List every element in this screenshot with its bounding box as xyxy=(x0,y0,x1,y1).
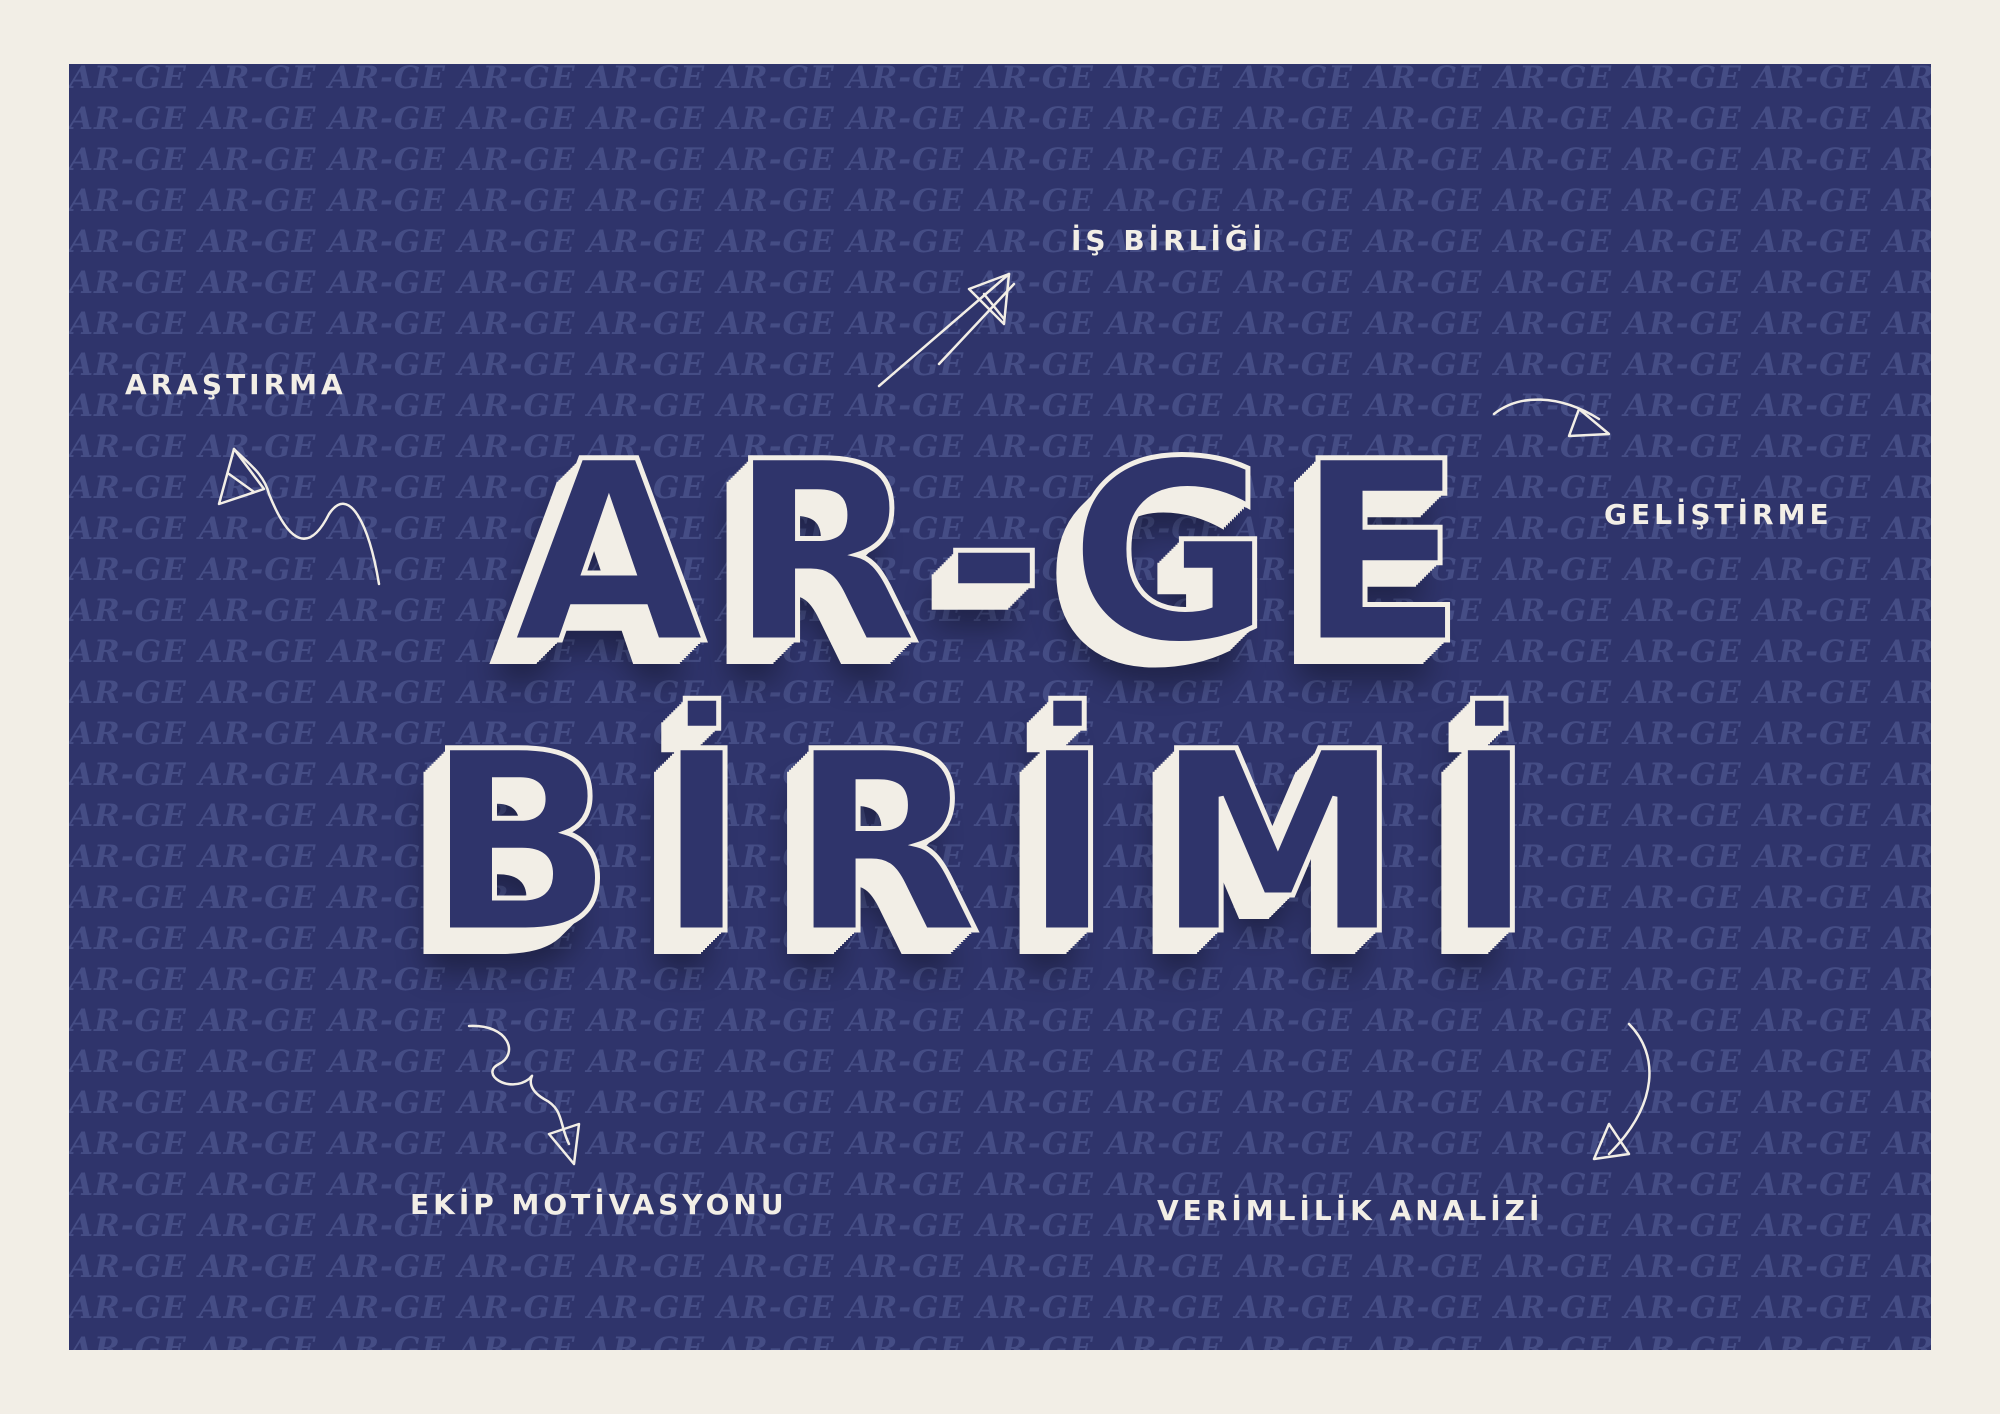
arrow-icon-bottom-right xyxy=(1592,1022,1651,1161)
arrow-icon-bottom-left xyxy=(467,1024,581,1166)
arrow-icon-right xyxy=(1492,398,1611,438)
poster-card: AR-GE AR-GE AR-GE AR-GE AR-GE AR-GE AR-G… xyxy=(69,64,1931,1350)
arrow-icon-top xyxy=(877,272,1016,388)
arrow-icon-left xyxy=(217,447,381,586)
doodle-arrows xyxy=(217,272,1651,1166)
